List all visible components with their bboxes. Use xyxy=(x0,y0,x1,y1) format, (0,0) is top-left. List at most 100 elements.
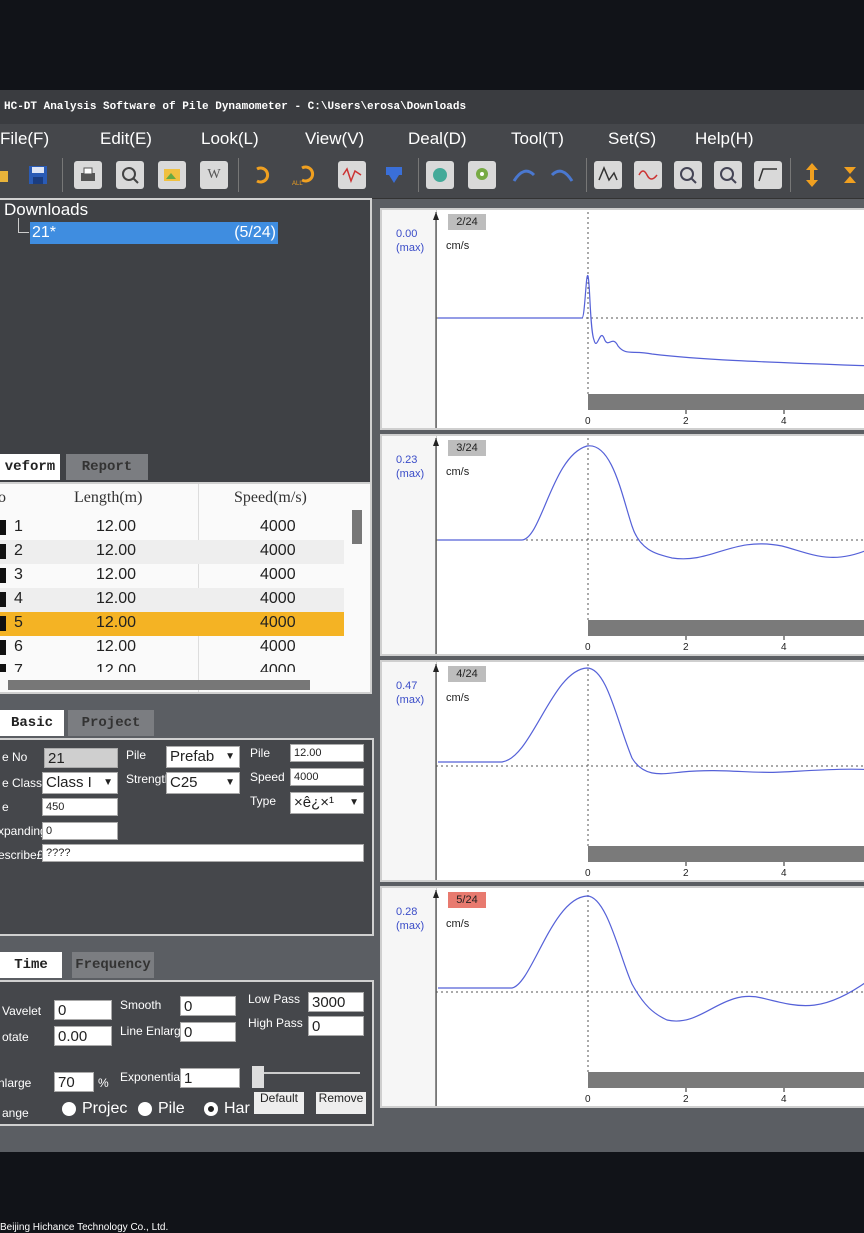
line-enlarge-field[interactable]: 0 xyxy=(180,1022,236,1042)
tab-time[interactable]: Time xyxy=(0,952,62,978)
import-icon[interactable] xyxy=(380,161,408,189)
default-button[interactable]: Default xyxy=(254,1092,304,1114)
exponential-slider-track[interactable] xyxy=(264,1072,360,1074)
expanding-field[interactable]: 0 xyxy=(42,822,118,840)
velocity-trace xyxy=(438,275,864,367)
pile-length-label: Pile xyxy=(250,746,271,760)
radio-har-selected[interactable] xyxy=(204,1102,218,1116)
pile-length-field[interactable]: 12.00 xyxy=(290,744,364,762)
print-icon[interactable] xyxy=(74,161,102,189)
table-row-selected[interactable]: 5 12.00 4000 xyxy=(0,612,344,636)
table-row[interactable]: 6 12.00 4000 xyxy=(0,636,344,660)
remove-dc-button[interactable]: Remove xyxy=(316,1092,366,1114)
company-footer: Beijing Hichance Technology Co., Ltd. xyxy=(0,1222,169,1233)
describe-field[interactable]: ???? xyxy=(42,844,364,862)
zoom-out-icon[interactable] xyxy=(714,161,742,189)
filter-wave-icon[interactable] xyxy=(634,161,662,189)
type-select[interactable]: ×ê¿×¹ ▼ xyxy=(290,792,364,814)
waveform-panel[interactable]: 0.28 (max) 5/24 cm/s 0 2 4 xyxy=(380,886,864,1108)
undo-icon[interactable] xyxy=(248,161,276,189)
waveform-plot: 0 2 4 xyxy=(433,212,864,428)
tab-frequency[interactable]: Frequency xyxy=(72,952,154,978)
spectrum-icon[interactable] xyxy=(754,161,782,189)
zoom-in-icon[interactable] xyxy=(674,161,702,189)
word-export-icon[interactable]: W xyxy=(200,161,228,189)
line-enlarge-label: Line Enlarge xyxy=(120,1024,188,1038)
exponential-slider-handle[interactable] xyxy=(252,1066,264,1088)
image-export-icon[interactable] xyxy=(158,161,186,189)
open-folder-icon[interactable] xyxy=(0,161,14,189)
menu-set[interactable]: Set(S) xyxy=(608,129,656,149)
menu-file[interactable]: File(F) xyxy=(0,129,49,149)
checkbox[interactable] xyxy=(0,664,6,672)
pile-shape-select[interactable]: Prefab ▼ xyxy=(166,746,240,768)
horizontal-scrollbar[interactable] xyxy=(8,680,310,690)
x-tick-label: 0 xyxy=(585,868,591,879)
tree-root-folder[interactable]: Downloads xyxy=(4,200,88,220)
checkbox[interactable] xyxy=(0,544,6,559)
save-icon[interactable] xyxy=(24,161,52,189)
tree-item-selected[interactable]: 21* (5/24) xyxy=(30,222,278,244)
location-icon[interactable] xyxy=(468,161,496,189)
waveform-icon[interactable] xyxy=(594,161,622,189)
menu-look[interactable]: Look(L) xyxy=(201,129,259,149)
diameter-field[interactable]: 450 xyxy=(42,798,118,816)
undo-all-icon[interactable]: ALL xyxy=(290,161,318,189)
velocity-icon[interactable] xyxy=(338,161,366,189)
rotate-field[interactable]: 0.00 xyxy=(54,1026,112,1046)
waveform-panel[interactable]: 0.00 (max) 2/24 cm/s 0 2 4 xyxy=(380,208,864,430)
table-row[interactable]: 3 12.00 4000 xyxy=(0,564,344,588)
table-row[interactable]: 4 12.00 4000 xyxy=(0,588,344,612)
menu-deal[interactable]: Deal(D) xyxy=(408,129,467,149)
checkbox[interactable] xyxy=(0,592,6,607)
high-pass-field[interactable]: 0 xyxy=(308,1016,364,1036)
velocity-trace xyxy=(438,895,864,1022)
window-title: HC-DT Analysis Software of Pile Dynamome… xyxy=(0,90,864,124)
class-select[interactable]: Class I ▼ xyxy=(42,772,118,794)
refresh-icon[interactable] xyxy=(426,161,454,189)
vertical-stretch-icon[interactable] xyxy=(798,161,826,189)
diameter-label: e xyxy=(2,800,9,814)
smooth-field[interactable]: 0 xyxy=(180,996,236,1016)
waveform-plot: 0 2 4 xyxy=(433,890,864,1106)
tab-report[interactable]: Report xyxy=(66,454,148,480)
radio-pile[interactable] xyxy=(138,1102,152,1116)
tab-basic[interactable]: Basic xyxy=(0,710,64,736)
menu-view[interactable]: View(V) xyxy=(305,129,364,149)
checkbox[interactable] xyxy=(0,520,6,535)
x-tick-label: 2 xyxy=(683,642,689,653)
wavelet-field[interactable]: 0 xyxy=(54,1000,112,1020)
waveform-panel[interactable]: 0.47 (max) 4/24 cm/s 0 2 4 xyxy=(380,660,864,882)
tab-waveform[interactable]: veform xyxy=(0,454,60,480)
low-pass-label: Low Pass xyxy=(248,992,301,1006)
back-arrow-icon[interactable] xyxy=(548,161,576,189)
processing-panel: Vavelet 0 otate 0.00 Smooth 0 Line Enlar… xyxy=(0,980,374,1126)
waveform-plot: 0 2 4 xyxy=(433,438,864,654)
wavelet-label: Vavelet xyxy=(2,1004,42,1018)
class-label: e Class xyxy=(2,776,43,790)
pile-no-field[interactable]: 21 xyxy=(44,748,118,768)
exponential-field[interactable]: 1 xyxy=(180,1068,240,1088)
forward-arrow-icon[interactable] xyxy=(510,161,538,189)
radio-project[interactable] xyxy=(62,1102,76,1116)
strength-select[interactable]: C25 ▼ xyxy=(166,772,240,794)
enlarge-field[interactable]: 70 xyxy=(54,1072,94,1092)
menu-edit[interactable]: Edit(E) xyxy=(100,129,152,149)
x-tick-label: 4 xyxy=(781,868,787,879)
speed-field[interactable]: 4000 xyxy=(290,768,364,786)
vertical-scrollbar[interactable] xyxy=(352,510,362,544)
waveform-panel[interactable]: 0.23 (max) 3/24 cm/s 0 2 4 xyxy=(380,434,864,656)
checkbox[interactable] xyxy=(0,616,6,631)
table-row[interactable]: 1 12.00 4000 xyxy=(0,516,344,540)
menu-tool[interactable]: Tool(T) xyxy=(511,129,564,149)
menu-help[interactable]: Help(H) xyxy=(695,129,754,149)
low-pass-field[interactable]: 3000 xyxy=(308,992,364,1012)
tab-project[interactable]: Project xyxy=(68,710,154,736)
checkbox[interactable] xyxy=(0,640,6,655)
checkbox[interactable] xyxy=(0,568,6,583)
table-row[interactable]: 7 12.00 4000 xyxy=(0,660,344,672)
x-tick-label: 4 xyxy=(781,416,787,427)
table-row[interactable]: 2 12.00 4000 xyxy=(0,540,344,564)
vertical-compress-icon[interactable] xyxy=(836,161,864,189)
print-preview-icon[interactable] xyxy=(116,161,144,189)
